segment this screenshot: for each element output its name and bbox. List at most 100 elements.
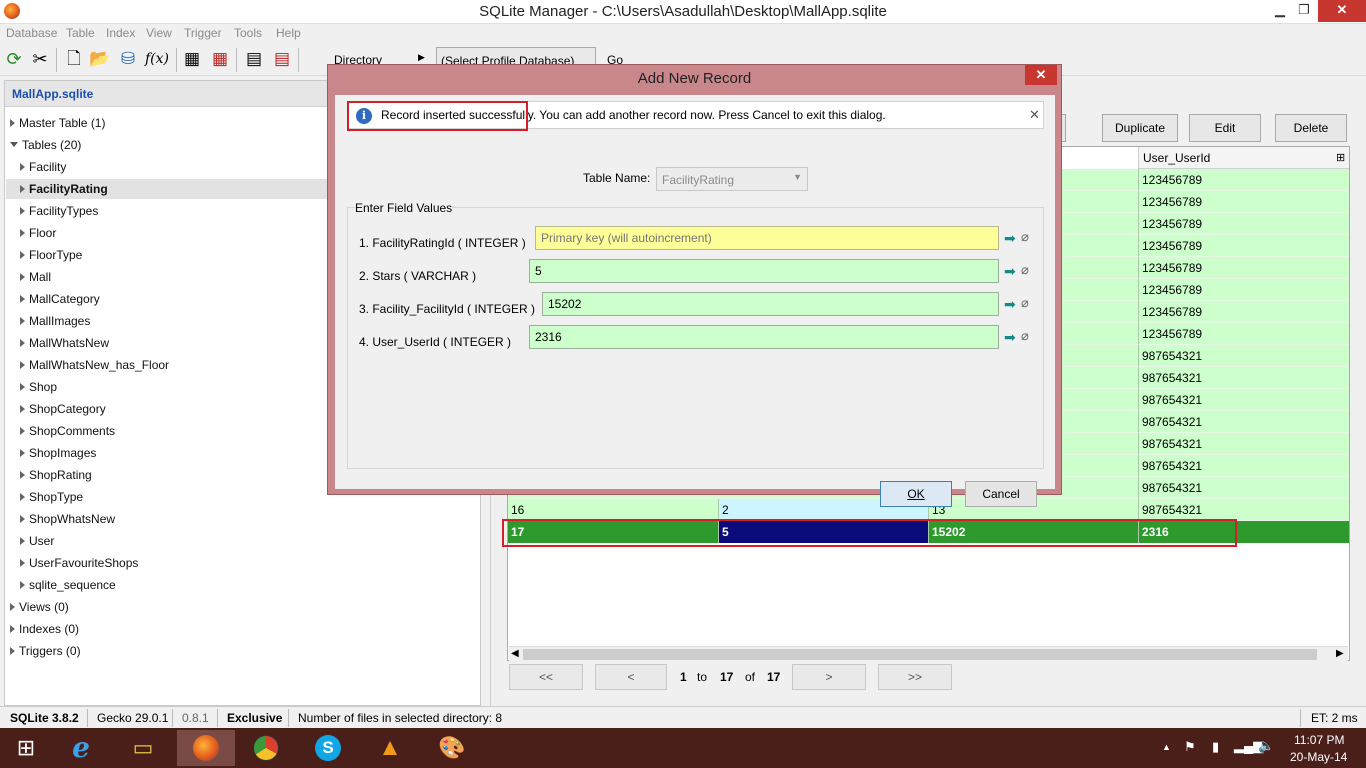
refresh-icon[interactable]: ⟳ <box>2 47 26 71</box>
expand-arrow-icon[interactable] <box>20 360 25 369</box>
first-page-button[interactable]: << <box>509 664 583 690</box>
tree-table-mallimages[interactable]: MallImages <box>20 311 90 331</box>
tray-up-arrow-icon[interactable]: ▲ <box>1162 742 1171 752</box>
drop-table-icon[interactable]: ▦ <box>208 47 232 71</box>
dialog-close-button[interactable]: ✕ <box>1025 65 1057 85</box>
tree-table-shopwhatsnew[interactable]: ShopWhatsNew <box>20 509 115 529</box>
cell[interactable]: 16 <box>508 499 718 521</box>
tree-indexes[interactable]: Indexes (0) <box>10 619 79 639</box>
cell[interactable]: 987654321 <box>1138 411 1349 433</box>
ie-icon[interactable]: e <box>55 730 107 766</box>
notification-close-icon[interactable]: ✕ <box>1029 107 1040 123</box>
cell[interactable]: 123456789 <box>1138 191 1349 213</box>
tree-table-shop[interactable]: Shop <box>20 377 57 397</box>
cell[interactable]: 123456789 <box>1138 169 1349 191</box>
create-index-icon[interactable]: ▤ <box>242 47 266 71</box>
expand-arrow-icon[interactable] <box>20 580 25 589</box>
tree-table-facility[interactable]: Facility <box>20 157 66 177</box>
tree-table-facilitytypes[interactable]: FacilityTypes <box>20 201 98 221</box>
prev-page-button[interactable]: < <box>595 664 667 690</box>
action-center-icon[interactable]: ⚑ <box>1184 739 1196 755</box>
scroll-thumb[interactable] <box>523 649 1317 660</box>
last-page-button[interactable]: >> <box>878 664 952 690</box>
cell[interactable]: 987654321 <box>1138 455 1349 477</box>
cancel-button[interactable]: Cancel <box>965 481 1037 507</box>
create-table-icon[interactable]: ▦ <box>180 47 204 71</box>
cell[interactable]: 987654321 <box>1138 499 1349 521</box>
duplicate-button[interactable]: Duplicate <box>1102 114 1178 142</box>
clock-date[interactable]: 20-May-14 <box>1290 750 1347 764</box>
facilityratingid-input[interactable] <box>535 226 999 250</box>
vlc-icon[interactable]: ▲ <box>364 730 416 766</box>
expand-arrow-icon[interactable] <box>10 118 15 127</box>
tree-table-mallcategory[interactable]: MallCategory <box>20 289 100 309</box>
open-db-icon[interactable]: 📂 <box>88 47 112 71</box>
tree-table-sqlite-sequence[interactable]: sqlite_sequence <box>20 575 116 595</box>
battery-icon[interactable]: ▮ <box>1212 739 1219 755</box>
directory-arrow-icon[interactable]: ▶ <box>418 52 425 63</box>
tree-table-mall[interactable]: Mall <box>20 267 51 287</box>
expand-arrow-icon[interactable] <box>20 272 25 281</box>
edit-button[interactable]: Edit <box>1189 114 1261 142</box>
close-button[interactable]: ✕ <box>1318 0 1366 22</box>
expand-arrow-icon[interactable] <box>20 338 25 347</box>
chrome-icon[interactable] <box>240 730 292 766</box>
tree-triggers[interactable]: Triggers (0) <box>10 641 81 661</box>
expand-arrow-icon[interactable] <box>20 470 25 479</box>
attach-icon[interactable]: ⌀ <box>1021 229 1029 245</box>
menu-view[interactable]: View <box>146 26 172 40</box>
expand-arrow-icon[interactable] <box>20 404 25 413</box>
horizontal-scrollbar[interactable]: ◀ ▶ <box>509 646 1348 661</box>
cell[interactable]: 123456789 <box>1138 213 1349 235</box>
expand-arrow-icon[interactable] <box>20 294 25 303</box>
expand-arrow-icon[interactable] <box>10 646 15 655</box>
cell[interactable]: 123456789 <box>1138 279 1349 301</box>
tree-table-floor[interactable]: Floor <box>20 223 56 243</box>
expand-arrow-icon[interactable] <box>20 492 25 501</box>
expand-arrow-icon[interactable] <box>20 536 25 545</box>
tree-table-userfavouriteshops[interactable]: UserFavouriteShops <box>20 553 138 573</box>
expand-arrow-icon[interactable] <box>20 448 25 457</box>
facility-facilityid-input[interactable]: 15202 <box>542 292 999 316</box>
new-db-icon[interactable]: 🗋 <box>62 47 86 71</box>
restore-button[interactable]: ❐ <box>1290 0 1318 22</box>
menu-database[interactable]: Database <box>6 26 57 40</box>
column-picker-icon[interactable]: ⊞ <box>1336 151 1345 164</box>
menu-help[interactable]: Help <box>276 26 301 40</box>
menu-trigger[interactable]: Trigger <box>184 26 222 40</box>
tools-icon[interactable]: ✂ <box>28 47 52 71</box>
goto-arrow-icon[interactable]: ➡ <box>1004 264 1018 278</box>
expand-arrow-icon[interactable] <box>20 426 25 435</box>
connect-db-icon[interactable]: ⛁ <box>116 47 140 71</box>
cell[interactable]: 987654321 <box>1138 367 1349 389</box>
scroll-right-icon[interactable]: ▶ <box>1336 648 1344 659</box>
goto-arrow-icon[interactable]: ➡ <box>1004 330 1018 344</box>
cell[interactable]: 987654321 <box>1138 389 1349 411</box>
menu-index[interactable]: Index <box>106 26 135 40</box>
tree-table-shopimages[interactable]: ShopImages <box>20 443 96 463</box>
cell[interactable]: 987654321 <box>1138 477 1349 499</box>
cell[interactable]: 123456789 <box>1138 323 1349 345</box>
goto-arrow-icon[interactable]: ➡ <box>1004 231 1018 245</box>
expand-arrow-icon[interactable] <box>20 162 25 171</box>
tree-tables[interactable]: Tables (20) <box>10 135 81 155</box>
tree-table-shoprating[interactable]: ShopRating <box>20 465 92 485</box>
tree-table-user[interactable]: User <box>20 531 54 551</box>
drop-index-icon[interactable]: ▤ <box>270 47 294 71</box>
tree-table-floortype[interactable]: FloorType <box>20 245 82 265</box>
cell[interactable]: 987654321 <box>1138 345 1349 367</box>
firefox-taskbar-icon[interactable] <box>177 730 235 766</box>
expand-arrow-icon[interactable] <box>20 250 25 259</box>
function-icon[interactable]: f(x) <box>144 47 174 71</box>
delete-button[interactable]: Delete <box>1275 114 1347 142</box>
cell[interactable]: 123456789 <box>1138 301 1349 323</box>
cell[interactable]: 987654321 <box>1138 433 1349 455</box>
user-userid-input[interactable]: 2316 <box>529 325 999 349</box>
expand-arrow-icon[interactable] <box>10 602 15 611</box>
expand-arrow-icon[interactable] <box>10 624 15 633</box>
expand-arrow-icon[interactable] <box>20 206 25 215</box>
expand-arrow-icon[interactable] <box>20 316 25 325</box>
tree-master-table[interactable]: Master Table (1) <box>10 113 105 133</box>
expand-arrow-icon[interactable] <box>20 382 25 391</box>
scroll-left-icon[interactable]: ◀ <box>511 648 519 659</box>
